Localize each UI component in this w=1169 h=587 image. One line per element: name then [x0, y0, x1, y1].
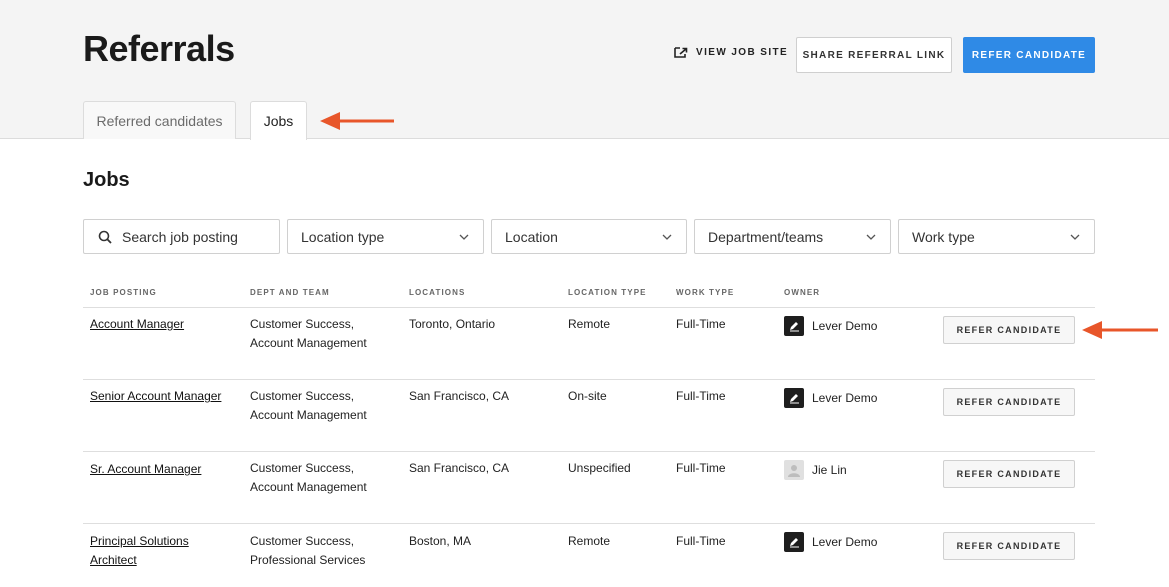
work-type-cell: Full-Time	[676, 461, 726, 475]
job-posting-link[interactable]: Principal Solutions Architect	[90, 532, 230, 570]
department-select[interactable]: Department/teams	[694, 219, 891, 254]
refer-candidate-row-button[interactable]: REFER CANDIDATE	[943, 388, 1075, 416]
table-divider	[83, 379, 1095, 380]
owner-cell: Jie Lin	[784, 460, 847, 480]
work-type-select[interactable]: Work type	[898, 219, 1095, 254]
share-referral-link-button[interactable]: SHARE REFERRAL LINK	[796, 37, 952, 73]
pen-logo-icon	[784, 532, 804, 552]
chevron-down-icon	[1070, 234, 1080, 240]
owner-name: Lever Demo	[812, 319, 878, 333]
location-cell: Toronto, Ontario	[409, 317, 496, 331]
pen-logo-icon	[784, 388, 804, 408]
refer-candidate-row-button[interactable]: REFER CANDIDATE	[943, 460, 1075, 488]
dept-team-cell: Customer Success, Professional Services	[250, 534, 366, 567]
work-type-cell: Full-Time	[676, 389, 726, 403]
chevron-down-icon	[866, 234, 876, 240]
table-divider	[83, 307, 1095, 308]
search-icon	[98, 230, 112, 244]
column-header-owner: OWNER	[784, 288, 821, 297]
location-type-select[interactable]: Location type	[287, 219, 484, 254]
dept-team-cell: Customer Success, Account Management	[250, 389, 367, 422]
pen-logo-icon	[784, 316, 804, 336]
column-header-work-type: WORK TYPE	[676, 288, 735, 297]
refer-candidate-row-button[interactable]: REFER CANDIDATE	[943, 316, 1075, 344]
search-input[interactable]	[122, 228, 272, 245]
dept-team-cell: Customer Success, Account Management	[250, 461, 367, 494]
refer-candidate-button[interactable]: REFER CANDIDATE	[963, 37, 1095, 73]
work-type-cell: Full-Time	[676, 317, 726, 331]
table-divider	[83, 451, 1095, 452]
work-type-label: Work type	[912, 228, 975, 245]
tab-referred-candidates[interactable]: Referred candidates	[83, 101, 236, 139]
job-posting-link[interactable]: Senior Account Manager	[90, 387, 230, 406]
user-placeholder-icon	[784, 460, 804, 480]
column-header-location-type: LOCATION TYPE	[568, 288, 647, 297]
department-label: Department/teams	[708, 228, 824, 245]
job-posting-link[interactable]: Account Manager	[90, 315, 230, 334]
chevron-down-icon	[662, 234, 672, 240]
table-divider	[83, 523, 1095, 524]
location-label: Location	[505, 228, 558, 245]
annotation-arrow-icon	[1082, 321, 1158, 339]
work-type-cell: Full-Time	[676, 534, 726, 548]
location-type-cell: Remote	[568, 534, 611, 548]
location-type-cell: On-site	[568, 389, 607, 403]
column-header-locations: LOCATIONS	[409, 288, 466, 297]
share-out-icon	[674, 47, 688, 58]
owner-name: Lever Demo	[812, 391, 878, 405]
job-posting-link[interactable]: Sr. Account Manager	[90, 460, 230, 479]
owner-cell: Lever Demo	[784, 316, 877, 336]
owner-cell: Lever Demo	[784, 532, 877, 552]
chevron-down-icon	[459, 234, 469, 240]
location-type-label: Location type	[301, 228, 385, 245]
location-cell: Boston, MA	[409, 534, 472, 548]
refer-candidate-row-button[interactable]: REFER CANDIDATE	[943, 532, 1075, 560]
tab-jobs[interactable]: Jobs	[250, 101, 307, 140]
column-header-job-posting: JOB POSTING	[90, 288, 157, 297]
section-title: Jobs	[83, 169, 130, 191]
view-job-site-link[interactable]: VIEW JOB SITE	[674, 46, 788, 58]
location-select[interactable]: Location	[491, 219, 687, 254]
view-job-site-label: VIEW JOB SITE	[696, 46, 789, 58]
owner-name: Lever Demo	[812, 535, 878, 549]
owner-name: Jie Lin	[812, 463, 847, 477]
annotation-arrow-icon	[320, 112, 394, 130]
column-header-dept-team: DEPT AND TEAM	[250, 288, 330, 297]
location-cell: San Francisco, CA	[409, 389, 510, 403]
dept-team-cell: Customer Success, Account Management	[250, 317, 367, 350]
location-cell: San Francisco, CA	[409, 461, 510, 475]
page-title: Referrals	[83, 28, 235, 69]
search-field[interactable]	[83, 219, 280, 254]
location-type-cell: Unspecified	[568, 461, 631, 475]
location-type-cell: Remote	[568, 317, 611, 331]
owner-cell: Lever Demo	[784, 388, 877, 408]
page-header: Referrals VIEW JOB SITE SHARE REFERRAL L…	[0, 0, 1169, 140]
